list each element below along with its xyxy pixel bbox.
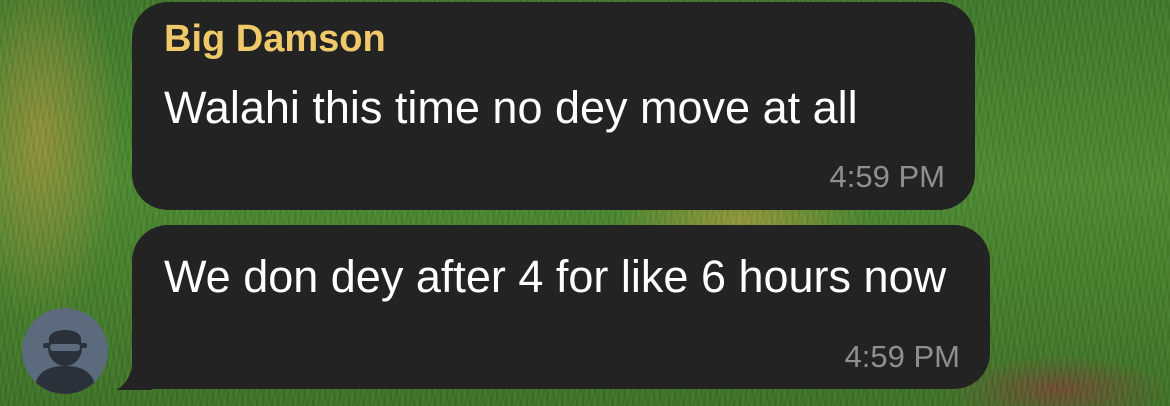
sender-avatar[interactable] — [22, 308, 108, 394]
message-timestamp: 4:59 PM — [844, 339, 960, 374]
message-bubble[interactable]: Big Damson Walahi this time no dey move … — [132, 2, 975, 210]
message-bubble[interactable]: We don dey after 4 for like 6 hours now … — [132, 225, 990, 389]
user-silhouette-icon — [34, 330, 96, 394]
sender-name[interactable]: Big Damson — [164, 18, 386, 61]
message-text: Walahi this time no dey move at all — [164, 82, 858, 133]
message-text: We don dey after 4 for like 6 hours now — [164, 251, 947, 302]
message-timestamp: 4:59 PM — [829, 159, 945, 194]
